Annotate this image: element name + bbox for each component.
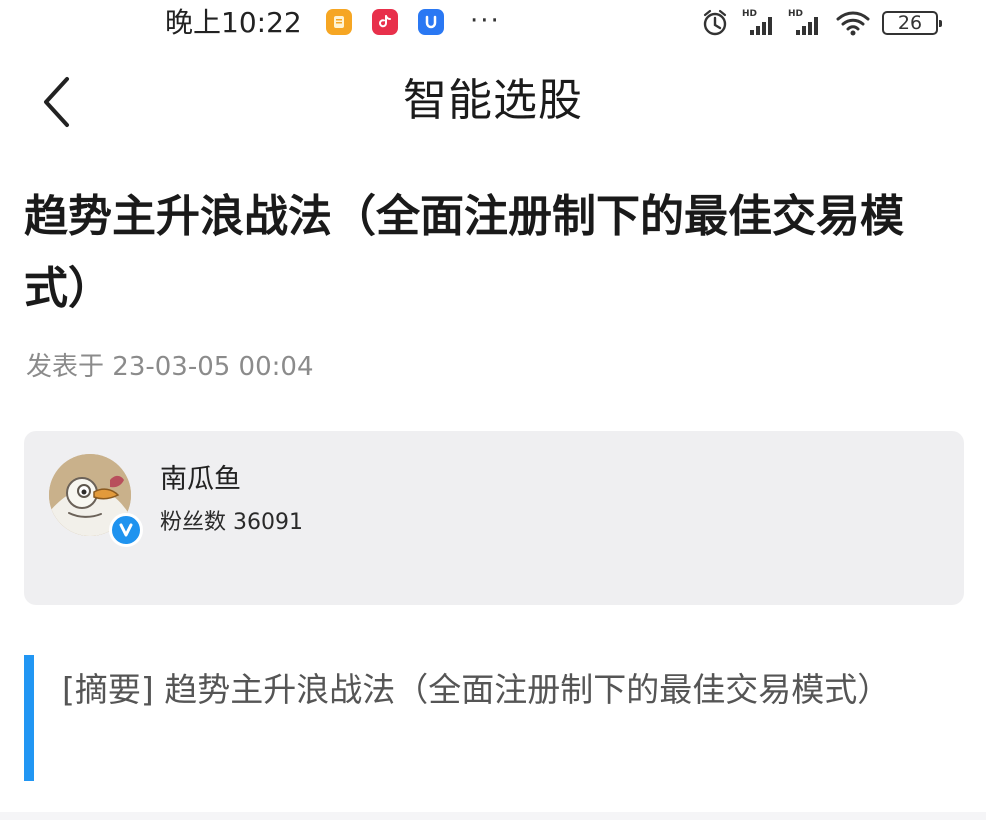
more-notifications-icon: ··· [470,6,501,36]
bottom-divider [0,812,986,820]
alarm-icon [703,9,727,36]
follower-count: 粉丝数 36091 [160,505,303,541]
published-label: 发表于 [26,352,105,382]
u-app-icon [418,9,444,35]
signal-icon: HD [788,9,824,37]
summary-accent-bar [24,655,34,781]
notes-app-icon [326,9,352,35]
author-name[interactable]: 南瓜鱼 [160,460,241,500]
summary-content: 趋势主升浪战法（全面注册制下的最佳交易模式） [164,670,891,709]
signal-icon: HD [742,9,778,37]
followers-label: 粉丝数 [160,510,227,535]
publish-meta: 发表于 23-03-05 00:04 [26,347,314,387]
system-status-icons: HD HD 26 [698,8,942,38]
status-time: 晚上10:22 [165,6,302,39]
summary-label: [摘要] [62,670,154,709]
page-title: 智能选股 [403,75,583,126]
stock-article-screen: 晚上10:22 ··· HD HD 26 智能选股 趋势主升浪战法（全面注册制下… [0,0,986,820]
followers-number: 36091 [233,510,304,535]
summary-text: [摘要] 趋势主升浪战法（全面注册制下的最佳交易模式） [62,662,952,718]
battery-icon: 26 [882,11,942,35]
summary-block: [摘要] 趋势主升浪战法（全面注册制下的最佳交易模式） [24,655,956,781]
status-bar: 晚上10:22 ··· HD HD 26 [0,0,986,52]
tiktok-app-icon [372,9,398,35]
wifi-icon [836,11,870,36]
battery-level: 26 [897,12,923,34]
navigation-header: 智能选股 [0,52,986,156]
published-time: 23-03-05 00:04 [112,352,314,382]
article-title: 趋势主升浪战法（全面注册制下的最佳交易模式） [24,191,904,314]
author-card[interactable]: 南瓜鱼 粉丝数 36091 [24,431,964,605]
verified-v-icon [109,513,143,547]
